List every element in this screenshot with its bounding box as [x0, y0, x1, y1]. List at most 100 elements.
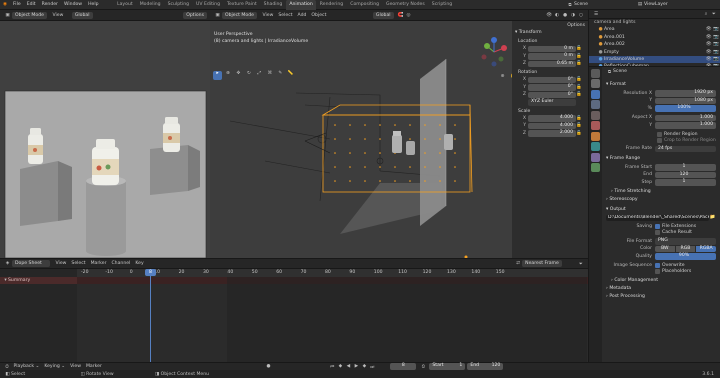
- output-section-header[interactable]: ▾ Output: [603, 206, 720, 214]
- location-y-field[interactable]: 0 m: [528, 53, 576, 60]
- outliner-item[interactable]: ● Area 👁 📷: [589, 26, 720, 33]
- location-z-field[interactable]: 0.65 m: [528, 60, 576, 67]
- location-x-field[interactable]: 0 m: [528, 45, 576, 52]
- data-tab-icon[interactable]: [591, 163, 600, 172]
- tab-compositing[interactable]: Compositing: [347, 0, 383, 10]
- current-frame-field[interactable]: 8: [390, 363, 417, 370]
- menu-view[interactable]: View: [50, 13, 66, 18]
- color-rgb-button[interactable]: RGB: [675, 245, 696, 252]
- tab-shading[interactable]: Shading: [260, 0, 286, 10]
- overwrite-checkbox[interactable]: [655, 262, 660, 268]
- quality-slider[interactable]: 90%: [655, 253, 716, 260]
- menu-key[interactable]: Key: [133, 261, 146, 266]
- lock-icon[interactable]: 🔓: [576, 61, 582, 66]
- proportional-edit-icon[interactable]: ◎: [405, 13, 413, 18]
- menu-edit[interactable]: Edit: [24, 2, 39, 7]
- tab-modeling[interactable]: Modeling: [136, 0, 164, 10]
- frame-end-field[interactable]: 120: [655, 171, 716, 178]
- render-region-row[interactable]: Render Region: [603, 131, 716, 137]
- filter-icon[interactable]: ⏷: [577, 261, 585, 267]
- menu-window[interactable]: Window: [61, 2, 85, 7]
- menu-marker[interactable]: Marker: [83, 364, 104, 369]
- jump-end-icon[interactable]: ⏭: [368, 364, 376, 370]
- color-management-section-header[interactable]: › Color Management: [603, 277, 720, 285]
- menu-marker[interactable]: Marker: [88, 261, 109, 266]
- search-icon[interactable]: ⌕: [702, 11, 710, 17]
- frame-rate-dropdown[interactable]: 24 fps: [655, 145, 716, 152]
- prev-keyframe-icon[interactable]: ◆: [336, 364, 344, 369]
- render-camera-icon[interactable]: 📷: [712, 41, 720, 48]
- dope-sheet-editor[interactable]: ◈ Dope Sheet View Select Marker Channel …: [0, 258, 588, 363]
- tab-animation[interactable]: Animation: [285, 0, 317, 10]
- output-tab-icon[interactable]: [591, 89, 600, 99]
- visibility-eye-icon[interactable]: 👁: [705, 41, 712, 48]
- next-keyframe-icon[interactable]: ◆: [360, 364, 368, 369]
- rotation-x-field[interactable]: 0°: [528, 76, 576, 83]
- zoom-icon[interactable]: ⊕: [498, 74, 507, 83]
- placeholders-checkbox[interactable]: [655, 268, 660, 274]
- lock-icon[interactable]: 🔓: [576, 92, 582, 97]
- blender-logo-icon[interactable]: ◉: [0, 2, 10, 7]
- object-mode-dropdown[interactable]: Object Mode: [222, 11, 257, 19]
- snapping-mode-dropdown[interactable]: Nearest Frame: [522, 260, 562, 267]
- stereoscopy-section-header[interactable]: › Stereoscopy: [603, 196, 720, 204]
- menu-keying[interactable]: Keying ⌄: [42, 364, 68, 369]
- rotation-mode-dropdown[interactable]: XYZ Euler: [528, 99, 576, 106]
- time-stretching-section-header[interactable]: › Time Stretching: [603, 188, 720, 196]
- editor-type-icon[interactable]: ⏱: [3, 364, 11, 370]
- snap-icon[interactable]: 🧲: [397, 13, 405, 18]
- menu-file[interactable]: File: [10, 2, 24, 7]
- frame-step-field[interactable]: 1: [655, 179, 716, 186]
- metadata-section-header[interactable]: › Metadata: [603, 285, 720, 293]
- color-rgba-button[interactable]: RGBA: [696, 245, 717, 252]
- editor-type-icon[interactable]: ◈: [3, 261, 12, 266]
- menu-render[interactable]: Render: [39, 2, 61, 7]
- menu-playback[interactable]: Playback ⌄: [11, 364, 42, 369]
- menu-help[interactable]: Help: [85, 2, 101, 7]
- menu-view[interactable]: View: [68, 364, 84, 369]
- crop-region-row[interactable]: Crop to Render Region: [603, 137, 716, 143]
- transform-orientation-dropdown[interactable]: Global: [71, 11, 93, 19]
- tab-uv-editing[interactable]: UV Editing: [193, 0, 224, 10]
- keyframe-area[interactable]: -20 -10 0 10 20 30 40 50 60 70 80 90 100 110 120 130 140…: [77, 269, 588, 363]
- menu-channel[interactable]: Channel: [109, 261, 133, 266]
- start-frame-field[interactable]: Start 1: [429, 363, 466, 370]
- menu-view[interactable]: View: [53, 261, 69, 266]
- frame-start-field[interactable]: 1: [655, 164, 716, 171]
- file-extensions-checkbox[interactable]: [655, 224, 660, 229]
- frame-range-section-header[interactable]: ▾ Frame Range: [603, 155, 720, 163]
- shading-rendered-icon[interactable]: ○: [577, 13, 585, 18]
- options-dropdown[interactable]: Options: [183, 11, 207, 19]
- render-tab-icon[interactable]: [591, 79, 600, 88]
- physics-tab-icon[interactable]: [591, 142, 600, 151]
- editor-type-icon[interactable]: ▣: [3, 13, 12, 18]
- jump-start-icon[interactable]: ⏮: [328, 364, 336, 370]
- outliner-item[interactable]: ● IrradianceVolume 👁 📷: [589, 55, 720, 64]
- options-dropdown[interactable]: Options: [567, 23, 585, 28]
- playhead-frame-indicator[interactable]: 8: [145, 269, 156, 276]
- color-bw-button[interactable]: BW: [655, 245, 675, 252]
- render-camera-icon[interactable]: 📷: [712, 49, 720, 56]
- tool-tab-icon[interactable]: [591, 68, 600, 78]
- editor-type-icon[interactable]: ▣: [213, 13, 222, 18]
- navigation-gizmo[interactable]: [478, 36, 510, 68]
- crop-region-checkbox[interactable]: [657, 137, 662, 143]
- scene-selector[interactable]: ⧉ Scene: [566, 2, 588, 8]
- menu-view[interactable]: View: [260, 13, 276, 18]
- lock-icon[interactable]: 🔓: [576, 131, 582, 136]
- lock-icon[interactable]: 🔓: [576, 54, 582, 59]
- lock-icon[interactable]: 🔓: [576, 123, 582, 128]
- snap-icon[interactable]: ⇄: [514, 261, 522, 266]
- scale-x-field[interactable]: 4.000: [528, 115, 576, 122]
- preview-range-icon[interactable]: ⏲: [419, 364, 427, 370]
- aspect-y-field[interactable]: 1.000: [655, 122, 716, 129]
- render-camera-icon[interactable]: 📷: [712, 56, 720, 63]
- view-layer-tab-icon[interactable]: [591, 100, 600, 109]
- end-frame-field[interactable]: End 120: [467, 363, 504, 370]
- main-3d-viewport[interactable]: ▣ Object Mode View Select Add Object Glo…: [210, 10, 588, 258]
- tab-scripting[interactable]: Scripting: [428, 0, 455, 10]
- resolution-y-field[interactable]: 1080 px: [655, 97, 716, 104]
- menu-object[interactable]: Object: [309, 13, 329, 18]
- visibility-eye-icon[interactable]: 👁: [705, 34, 712, 41]
- aspect-x-field[interactable]: 1.000: [655, 114, 716, 121]
